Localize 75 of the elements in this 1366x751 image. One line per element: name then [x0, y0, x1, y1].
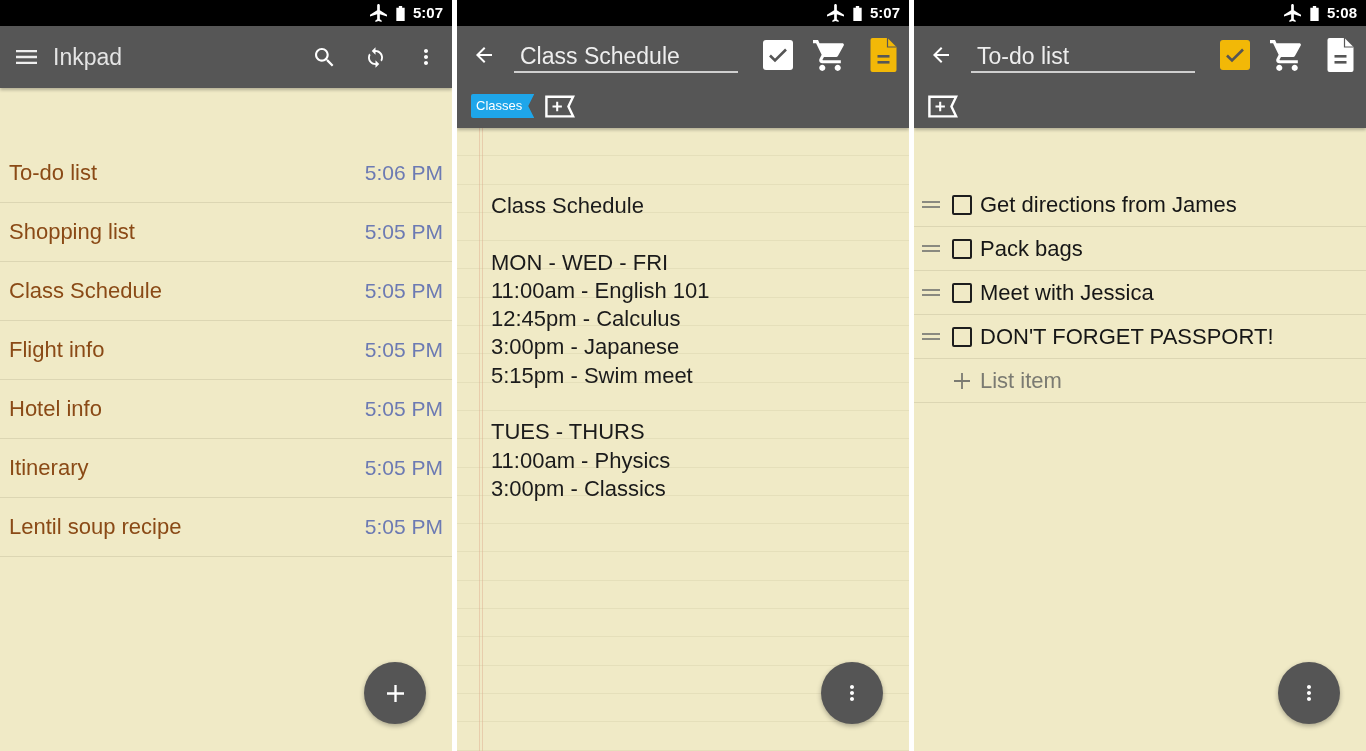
add-tag-icon[interactable]	[545, 94, 576, 118]
item-text: DON'T FORGET PASSPORT!	[980, 323, 1274, 350]
checkbox[interactable]	[952, 326, 972, 347]
note-title: Hotel info	[9, 396, 102, 422]
note-list-item[interactable]: Flight info 5:05 PM	[0, 321, 452, 380]
app-title: Inkpad	[53, 43, 123, 71]
note-time: 5:06 PM	[364, 161, 443, 185]
plus-icon	[386, 684, 404, 702]
back-icon[interactable]	[933, 47, 949, 63]
add-list-item-button[interactable]: List item	[914, 359, 1366, 403]
note-text-line: 5:15pm - Swim meet	[491, 361, 694, 390]
note-title: Lentil soup recipe	[9, 514, 182, 540]
checkbox[interactable]	[952, 282, 972, 303]
drag-handle-icon[interactable]	[922, 245, 940, 252]
note-title: Shopping list	[9, 219, 135, 245]
status-time: 5:07	[869, 4, 900, 22]
note-list-item[interactable]: Class Schedule 5:05 PM	[0, 262, 452, 321]
document-icon[interactable]	[870, 38, 897, 72]
item-text: Get directions from James	[980, 191, 1237, 218]
note-time: 5:05 PM	[364, 456, 443, 480]
title-field[interactable]: To-do list	[971, 41, 1195, 73]
note-list-item[interactable]: To-do list 5:06 PM	[0, 144, 452, 203]
note-title: To-do list	[9, 160, 98, 186]
note-text-line: MON - WED - FRI	[491, 248, 670, 277]
checkbox-icon[interactable]	[763, 40, 793, 70]
add-tag-icon[interactable]	[928, 94, 958, 118]
search-icon[interactable]	[315, 47, 334, 67]
note-list-item[interactable]: Shopping list 5:05 PM	[0, 203, 452, 262]
note-title: Class Schedule	[9, 278, 162, 304]
drag-handle-icon[interactable]	[922, 333, 940, 340]
item-text: Pack bags	[980, 235, 1083, 262]
note-list-item[interactable]: Hotel info 5:05 PM	[0, 380, 452, 439]
checkbox[interactable]	[952, 238, 972, 259]
note-list-item[interactable]: Itinerary 5:05 PM	[0, 439, 452, 498]
sync-icon[interactable]	[368, 46, 383, 68]
airplane-mode-icon	[1283, 4, 1301, 22]
note-text-line: 11:00am - English 101	[491, 276, 711, 305]
note-text-line: 11:00am - Physics	[491, 446, 672, 475]
drag-handle-icon[interactable]	[922, 201, 940, 208]
more-options-icon[interactable]	[424, 49, 428, 65]
note-text-line: 3:00pm - Japanese	[491, 333, 681, 362]
note-title: Flight info	[9, 337, 105, 363]
airplane-mode-icon	[369, 4, 387, 22]
add-note-button[interactable]	[364, 662, 426, 724]
note-text-line: TUES - THURS	[491, 418, 646, 447]
menu-icon[interactable]	[16, 50, 37, 64]
cart-icon[interactable]	[1270, 39, 1304, 71]
battery-icon	[1309, 5, 1319, 21]
note-list-item[interactable]: Lentil soup recipe 5:05 PM	[0, 498, 452, 557]
more-options-icon	[850, 685, 854, 701]
note-time: 5:05 PM	[364, 397, 443, 421]
battery-icon	[395, 5, 405, 21]
title-field[interactable]: Class Schedule	[514, 41, 738, 73]
more-options-button[interactable]	[1278, 662, 1340, 724]
status-time: 5:08	[1326, 4, 1357, 22]
back-icon[interactable]	[476, 47, 492, 63]
drag-handle-icon[interactable]	[922, 289, 940, 296]
checkbox-icon[interactable]	[1220, 40, 1250, 70]
battery-icon	[852, 5, 862, 21]
item-text: Meet with Jessica	[980, 279, 1154, 306]
note-title: Itinerary	[9, 455, 89, 481]
note-text-line: 3:00pm - Classics	[491, 474, 667, 503]
note-time: 5:05 PM	[364, 338, 443, 362]
note-text-line: Class Schedule	[491, 192, 645, 220]
status-time: 5:07	[412, 4, 443, 22]
cart-icon[interactable]	[813, 39, 847, 71]
note-text-line: 12:45pm - Calculus	[491, 305, 682, 334]
airplane-mode-icon	[826, 4, 844, 22]
note-time: 5:05 PM	[364, 220, 443, 244]
note-time: 5:05 PM	[364, 515, 443, 539]
note-time: 5:05 PM	[364, 279, 443, 303]
plus-icon	[954, 372, 970, 389]
document-icon[interactable]	[1327, 38, 1354, 72]
checkbox[interactable]	[952, 194, 972, 215]
more-options-icon	[1307, 685, 1311, 701]
